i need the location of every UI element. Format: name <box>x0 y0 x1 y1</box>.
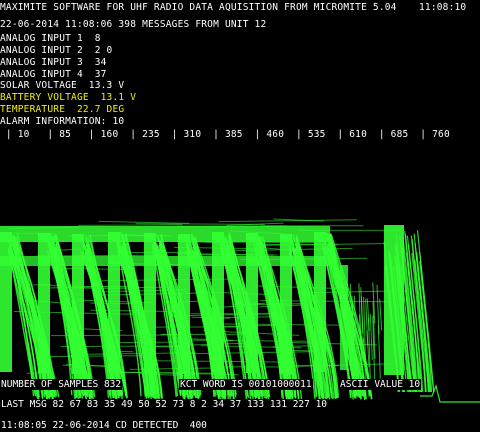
analog-input-3: ANALOG INPUT 3 34 <box>0 57 107 68</box>
trace-line <box>369 313 373 360</box>
battery-voltage: BATTERY VOLTAGE 13.1 V <box>0 92 137 103</box>
solar-voltage: SOLAR VOLTAGE 13.3 V <box>0 80 125 91</box>
trace-line <box>111 234 167 237</box>
ascii-value: ASCII VALUE 10 <box>339 379 422 390</box>
message-summary: 22-06-2014 11:08:06 398 MESSAGES FROM UN… <box>0 19 267 30</box>
analog-input-1: ANALOG INPUT 1 8 <box>0 33 101 44</box>
trace-line <box>115 371 219 374</box>
trace-line <box>50 334 189 337</box>
trace-line <box>78 224 183 226</box>
analog-input-4: ANALOG INPUT 4 37 <box>0 69 107 80</box>
cd-detected: 11:08:05 22-06-2014 CD DETECTED 400 <box>0 420 208 431</box>
trace-line <box>98 220 190 224</box>
temperature: TEMPERATURE 22.7 DEG <box>0 104 125 115</box>
kct-word: KCT WORD IS 00101000011 <box>179 379 313 390</box>
clock: 11:08:10 <box>419 2 467 13</box>
trace-line <box>104 341 193 344</box>
trace-line <box>379 298 383 331</box>
trace-line <box>62 364 115 367</box>
trace-line <box>135 223 265 225</box>
app-title: MAXIMITE SOFTWARE FOR UHF RADIO DATA AQU… <box>0 2 397 13</box>
sample-scale: | 10 | 85 | 160 | 235 | 310 | 385 | 460 … <box>0 129 450 140</box>
trace-line <box>42 355 151 358</box>
sample-count: NUMBER OF SAMPLES 832 <box>0 379 123 390</box>
trace-line <box>204 241 317 244</box>
trace-line <box>109 350 134 353</box>
analog-input-2: ANALOG INPUT 2 2 0 <box>0 45 113 56</box>
trace-band <box>340 265 348 370</box>
trace-line <box>60 345 185 347</box>
alarm-information: ALARM INFORMATION: 10 <box>0 116 125 127</box>
trace-line <box>36 254 156 257</box>
last-message: LAST MSG 82 67 83 35 49 50 52 73 8 2 34 … <box>0 399 329 410</box>
trace-line <box>26 372 50 374</box>
